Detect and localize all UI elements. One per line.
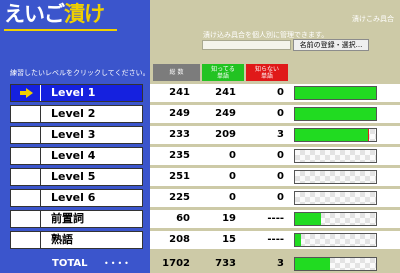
level-known-count: 0 [229,171,236,182]
name-input[interactable] [202,40,291,50]
level-progress-bar [294,212,377,226]
level-progress-bar [294,170,377,184]
level-marker [11,85,41,101]
total-total-count: 1702 [162,258,190,269]
level-unknown-count: ---- [267,213,284,224]
level-marker [11,190,41,206]
total-label: TOTAL [52,258,88,269]
right-arrow-icon [20,88,33,98]
level-label: Level 4 [51,149,96,162]
level-total-count: 241 [169,87,190,98]
level-progress-bar [294,128,377,142]
total-progress-bar [294,257,377,271]
column-header-total: 総 数 [153,64,200,81]
level-label: Level 1 [51,86,96,99]
level-marker [11,169,41,185]
level-progress-bar [294,86,377,100]
title-underline [4,29,117,31]
total-unknown-count: 3 [277,258,284,269]
level-button-5[interactable]: Level 5 [10,168,143,186]
level-progress-bar [294,191,377,205]
total-progress-fill [295,258,330,270]
level-button-3[interactable]: Level 3 [10,126,143,144]
level-unknown-count: 0 [277,87,284,98]
level-progress-fill [295,108,376,120]
level-known-count: 209 [215,129,236,140]
app-title: えいご漬け [4,2,105,26]
level-label: Level 2 [51,107,96,120]
level-label: Level 3 [51,128,96,141]
level-known-count: 249 [215,108,236,119]
level-button-1[interactable]: Level 1 [10,84,143,102]
level-unknown-count: ---- [267,234,284,245]
level-marker [11,148,41,164]
level-total-count: 60 [176,213,190,224]
level-total-count: 208 [169,234,190,245]
level-total-count: 251 [169,171,190,182]
level-known-count: 19 [222,213,236,224]
level-progress-fill [295,87,376,99]
level-label: 前置詞 [51,212,84,225]
total-dots: •••• [104,259,131,268]
level-progress-bar [294,233,377,247]
level-progress-fill [295,129,368,141]
level-total-count: 235 [169,150,190,161]
level-known-count: 241 [215,87,236,98]
level-button-2[interactable]: Level 2 [10,105,143,123]
level-progress-fill [295,213,321,225]
total-known-count: 733 [215,258,236,269]
level-unknown-count: 0 [277,192,284,203]
level-total-count: 233 [169,129,190,140]
level-button-4[interactable]: Level 4 [10,147,143,165]
level-total-count: 249 [169,108,190,119]
level-button-6[interactable]: Level 6 [10,189,143,207]
level-known-count: 15 [222,234,236,245]
level-progress-bar [294,107,377,121]
level-marker [11,232,41,248]
level-label: Level 5 [51,170,96,183]
level-marker [11,211,41,227]
level-progress-fill [295,234,301,246]
column-header-unknown: 知らない 単語 [246,64,288,81]
level-unknown-count: 0 [277,171,284,182]
register-name-button[interactable]: 名前の登録・選択... [293,39,369,51]
level-label: Level 6 [51,191,96,204]
level-unknown-fill [367,129,369,141]
column-header-known: 知ってる 単語 [202,64,244,81]
level-label: 熟語 [51,233,73,246]
manage-progress-link[interactable]: 漬けこみ具合 [352,14,394,24]
level-button-8[interactable]: 熟語 [10,231,143,249]
level-known-count: 0 [229,150,236,161]
level-unknown-count: 0 [277,108,284,119]
level-unknown-count: 0 [277,150,284,161]
instruction-text: 練習したいレベルをクリックしてください。 [10,69,150,77]
level-button-7[interactable]: 前置詞 [10,210,143,228]
level-marker [11,127,41,143]
level-marker [11,106,41,122]
level-known-count: 0 [229,192,236,203]
level-total-count: 225 [169,192,190,203]
level-unknown-count: 3 [277,129,284,140]
level-progress-bar [294,149,377,163]
